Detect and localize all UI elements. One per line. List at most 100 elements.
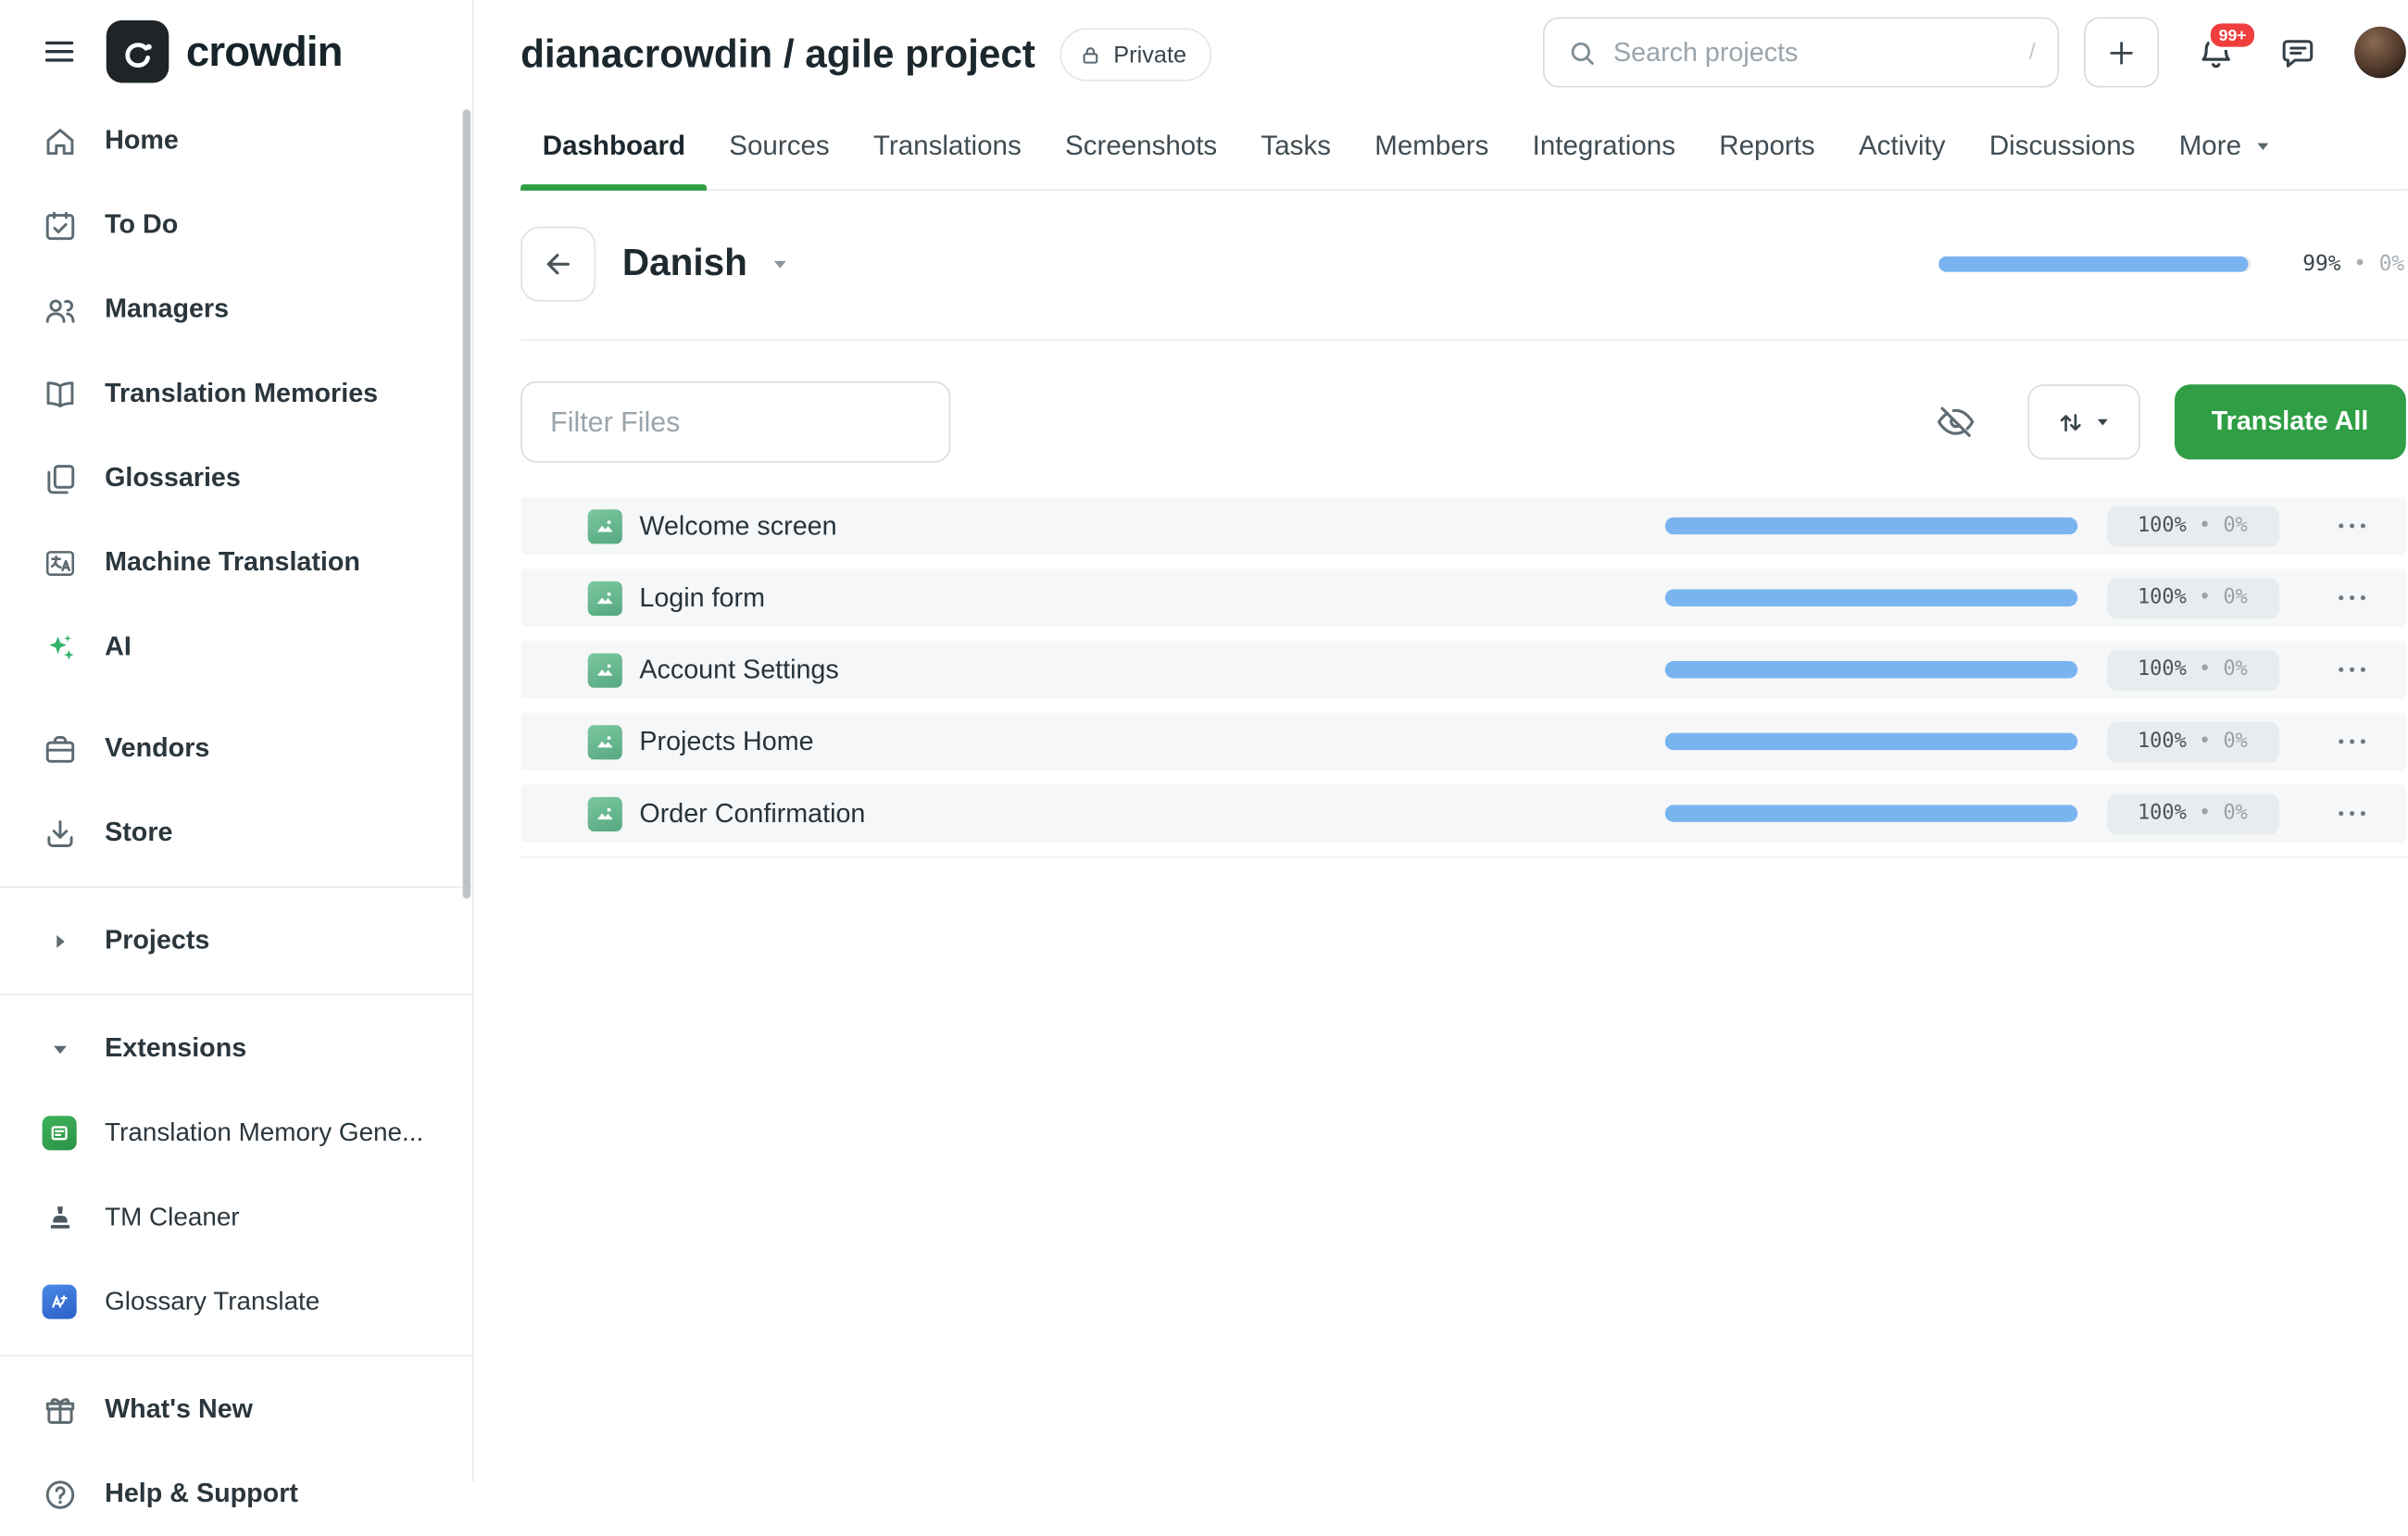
language-header: Danish 99% • 0% bbox=[520, 227, 2407, 341]
tab-translations[interactable]: Translations bbox=[851, 109, 1043, 189]
tab-screenshots[interactable]: Screenshots bbox=[1043, 109, 1238, 189]
tab-label: Tasks bbox=[1260, 130, 1331, 162]
create-project-button[interactable] bbox=[2084, 18, 2159, 88]
file-menu-button[interactable] bbox=[2335, 802, 2368, 826]
tab-more[interactable]: More bbox=[2157, 109, 2294, 189]
file-progress-bar bbox=[1664, 805, 2077, 822]
file-row[interactable]: Projects Home 100% • 0% bbox=[520, 713, 2406, 770]
sidebar-item-managers[interactable]: Managers bbox=[0, 268, 472, 352]
language-chevron-down-icon[interactable] bbox=[770, 253, 792, 275]
crowdin-logo[interactable]: crowdin bbox=[107, 20, 343, 83]
screenshot-file-icon bbox=[588, 508, 622, 543]
sidebar-item-store[interactable]: Store bbox=[0, 791, 472, 875]
file-menu-button[interactable] bbox=[2335, 730, 2368, 754]
tab-members[interactable]: Members bbox=[1353, 109, 1511, 189]
back-button[interactable] bbox=[520, 227, 596, 302]
hide-completed-toggle[interactable] bbox=[1935, 402, 1975, 443]
sort-button[interactable] bbox=[2027, 384, 2140, 459]
sidebar-item-whats-new[interactable]: What's New bbox=[0, 1367, 472, 1452]
file-row[interactable]: Account Settings 100% • 0% bbox=[520, 641, 2406, 698]
sidebar-item-glossary-translate[interactable]: Glossary Translate bbox=[0, 1260, 472, 1344]
sidebar-item-machine-translation[interactable]: Machine Translation bbox=[0, 520, 472, 605]
sidebar-item-ai[interactable]: AI bbox=[0, 605, 472, 689]
file-menu-button[interactable] bbox=[2335, 586, 2368, 610]
filter-files-field[interactable] bbox=[520, 381, 950, 463]
sidebar-item-glossaries[interactable]: Glossaries bbox=[0, 436, 472, 520]
toolbar-actions: Translate All bbox=[1935, 384, 2406, 459]
gift-icon bbox=[41, 1392, 79, 1428]
tab-tasks[interactable]: Tasks bbox=[1239, 109, 1353, 189]
filter-files-input[interactable] bbox=[550, 383, 921, 461]
screenshot-file-icon bbox=[588, 796, 622, 830]
tab-dashboard[interactable]: Dashboard bbox=[520, 109, 708, 189]
sidebar-item-label: Glossaries bbox=[105, 463, 241, 494]
file-progress-bar bbox=[1664, 518, 2077, 535]
file-row[interactable]: Welcome screen 100% • 0% bbox=[520, 497, 2406, 555]
language-progress-bar bbox=[1938, 256, 2251, 272]
tab-sources[interactable]: Sources bbox=[708, 109, 852, 189]
file-row[interactable]: Login form 100% • 0% bbox=[520, 568, 2406, 626]
approved-percent: 0% bbox=[2223, 586, 2247, 609]
messages-button[interactable] bbox=[2279, 33, 2317, 71]
private-badge[interactable]: Private bbox=[1060, 28, 1211, 81]
eye-off-icon bbox=[1935, 402, 1975, 443]
approved-percent: 0% bbox=[2223, 802, 2247, 825]
chat-icon bbox=[2279, 33, 2317, 71]
sidebar-item-translation-memories[interactable]: Translation Memories bbox=[0, 352, 472, 436]
sidebar-item-label: TM Cleaner bbox=[105, 1203, 240, 1232]
tab-label: Reports bbox=[1719, 130, 1814, 162]
download-icon bbox=[41, 815, 79, 851]
language-name[interactable]: Danish bbox=[622, 243, 747, 286]
main-content: dianacrowdin / agile project Private / 9… bbox=[473, 0, 2407, 1481]
lock-icon bbox=[1079, 43, 1102, 66]
tm-cleaner-icon bbox=[41, 1201, 79, 1233]
sidebar-item-extensions[interactable]: Extensions bbox=[0, 1006, 472, 1091]
home-icon bbox=[41, 123, 79, 159]
file-name: Projects Home bbox=[639, 726, 813, 757]
tab-reports[interactable]: Reports bbox=[1698, 109, 1837, 189]
screenshot-file-icon bbox=[588, 724, 622, 758]
file-progress-badge: 100% • 0% bbox=[2107, 793, 2279, 834]
user-avatar[interactable] bbox=[2354, 27, 2406, 79]
search-icon bbox=[1566, 37, 1598, 69]
search-shortcut-hint: / bbox=[2029, 39, 2036, 66]
file-menu-button[interactable] bbox=[2335, 514, 2368, 538]
sidebar-scrollbar[interactable] bbox=[463, 109, 470, 898]
sidebar-item-home[interactable]: Home bbox=[0, 98, 472, 182]
files-toolbar: Translate All bbox=[520, 381, 2407, 463]
sidebar-item-tm-generator[interactable]: Translation Memory Gene... bbox=[0, 1091, 472, 1175]
search-input[interactable] bbox=[1613, 37, 2013, 69]
screenshot-file-icon bbox=[588, 581, 622, 615]
sidebar-nav: Home To Do Managers Translation Memories… bbox=[0, 98, 472, 1536]
file-progress-bar bbox=[1664, 661, 2077, 679]
sidebar-item-vendors[interactable]: Vendors bbox=[0, 706, 472, 791]
tab-activity[interactable]: Activity bbox=[1837, 109, 1967, 189]
project-search[interactable]: / bbox=[1543, 18, 2059, 88]
tab-label: Screenshots bbox=[1065, 130, 1217, 162]
project-breadcrumb[interactable]: dianacrowdin / agile project bbox=[520, 32, 1035, 78]
book-icon bbox=[41, 376, 79, 412]
percent-separator: • bbox=[2199, 514, 2211, 537]
translate-all-button[interactable]: Translate All bbox=[2174, 384, 2406, 459]
managers-icon bbox=[41, 292, 79, 328]
file-name: Order Confirmation bbox=[639, 798, 865, 830]
machine-translation-icon bbox=[41, 544, 79, 581]
file-progress-badge: 100% • 0% bbox=[2107, 506, 2279, 546]
tab-discussions[interactable]: Discussions bbox=[1967, 109, 2157, 189]
percent-separator: • bbox=[2199, 586, 2211, 609]
sidebar-item-label: Managers bbox=[105, 293, 229, 325]
tab-label: More bbox=[2179, 130, 2241, 162]
sidebar: crowdin Home To Do Managers Translation … bbox=[0, 0, 473, 1481]
file-row[interactable]: Order Confirmation 100% • 0% bbox=[520, 784, 2406, 842]
translated-percent: 100% bbox=[2138, 658, 2187, 681]
sidebar-item-todo[interactable]: To Do bbox=[0, 182, 472, 267]
arrow-left-icon bbox=[541, 247, 575, 281]
file-menu-button[interactable] bbox=[2335, 657, 2368, 681]
sidebar-item-help-support[interactable]: Help & Support bbox=[0, 1452, 472, 1536]
tab-integrations[interactable]: Integrations bbox=[1511, 109, 1698, 189]
notifications-button[interactable]: 99+ bbox=[2197, 32, 2236, 71]
todo-icon bbox=[41, 207, 79, 244]
menu-icon[interactable] bbox=[41, 32, 79, 70]
sidebar-item-projects[interactable]: Projects bbox=[0, 899, 472, 983]
sidebar-item-tm-cleaner[interactable]: TM Cleaner bbox=[0, 1175, 472, 1259]
